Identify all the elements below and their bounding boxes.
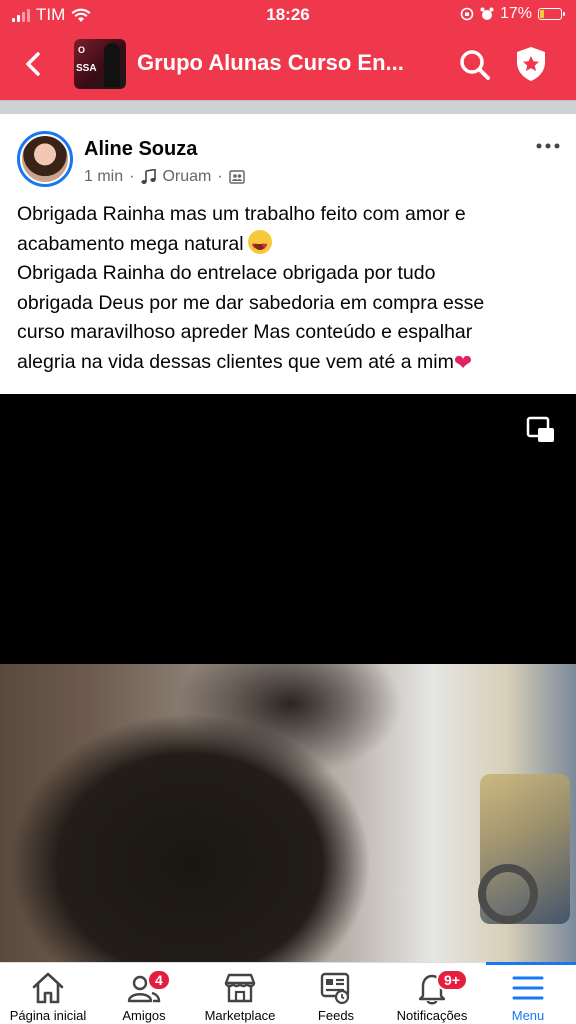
post-line: curso maravilhoso apreder Mas conteúdo e… xyxy=(17,321,473,343)
tab-label: Amigos xyxy=(122,1008,166,1023)
tab-marketplace[interactable]: Marketplace xyxy=(192,963,288,1024)
meta-separator: · xyxy=(217,168,223,185)
tab-home[interactable]: Página inicial xyxy=(0,963,96,1024)
feeds-icon xyxy=(320,972,350,1005)
video-player[interactable] xyxy=(0,394,576,964)
tab-menu[interactable]: Menu xyxy=(480,962,576,1024)
video-frame-image xyxy=(0,664,576,964)
post-line: Obrigada Rainha mas um trabalho feito co… xyxy=(17,203,466,225)
group-title[interactable]: Grupo Alunas Curso En... xyxy=(137,50,427,76)
bottom-tab-bar: Página inicial Amigos 4 Marketplace Feed… xyxy=(0,962,576,1024)
post-line: obrigada Deus por me dar sabedoria em co… xyxy=(17,291,485,314)
post-author[interactable]: Aline Souza xyxy=(84,138,197,161)
battery-percent: 17% xyxy=(499,5,532,22)
post-body: Obrigada Rainha mas um trabalho feito co… xyxy=(17,200,562,377)
app-screen: TIM 18:26 17% O SSA Grupo Alunas Curso E… xyxy=(0,0,576,1024)
tab-label: Marketplace xyxy=(204,1008,276,1023)
menu-icon xyxy=(512,976,544,1000)
avatar[interactable] xyxy=(17,131,73,187)
group-thumb-text: SSA xyxy=(76,63,97,74)
alarm-icon xyxy=(480,7,494,20)
post-line-with-emoji: alegria na vida dessas clientes que vem … xyxy=(17,348,562,378)
tab-notifications[interactable]: Notificações 9+ xyxy=(384,963,480,1024)
tab-feeds[interactable]: Feeds xyxy=(288,963,384,1024)
battery-icon xyxy=(538,8,565,20)
group-thumb-figure xyxy=(104,43,120,87)
avatar-photo xyxy=(22,136,68,182)
orientation-lock-icon xyxy=(460,7,474,21)
video-background-object xyxy=(478,864,538,924)
tab-label: Menu xyxy=(511,1008,545,1023)
search-icon[interactable] xyxy=(458,48,492,82)
tab-friends[interactable]: Amigos 4 xyxy=(96,963,192,1024)
post-music[interactable]: Oruam xyxy=(162,168,211,186)
back-arrow-icon[interactable] xyxy=(18,48,50,80)
tab-label: Página inicial xyxy=(9,1008,87,1023)
post-line: alegria na vida dessas clientes que vem … xyxy=(17,350,454,373)
meta-separator: · xyxy=(129,168,135,185)
post-meta: 1 min · Oruam · xyxy=(84,168,245,186)
tab-label: Notificações xyxy=(396,1008,468,1023)
status-right: 17% xyxy=(460,5,565,23)
section-divider xyxy=(0,100,576,114)
post-line-with-emoji: acabamento mega natural xyxy=(17,229,562,261)
post-card: Aline Souza 1 min · Oruam · Obrigada Rai… xyxy=(0,114,576,394)
marketplace-icon xyxy=(224,973,256,1003)
tab-label: Feeds xyxy=(317,1008,355,1023)
home-icon xyxy=(32,972,64,1004)
post-line: Obrigada Rainha do entrelace obrigada po… xyxy=(17,262,436,284)
post-time[interactable]: 1 min xyxy=(84,168,123,186)
group-thumb-text: O xyxy=(78,45,86,55)
heart-eyes-emoji-icon xyxy=(247,229,272,261)
more-options-icon[interactable] xyxy=(536,142,560,150)
admin-shield-icon[interactable] xyxy=(514,46,548,82)
red-heart-emoji-icon: ❤ xyxy=(453,349,473,375)
music-note-icon xyxy=(141,169,157,184)
nav-bar: O SSA Grupo Alunas Curso En... xyxy=(0,36,576,92)
group-thumbnail[interactable]: O SSA xyxy=(74,39,126,89)
notifications-badge: 9+ xyxy=(436,969,468,991)
friends-badge: 4 xyxy=(147,969,171,991)
group-header: TIM 18:26 17% O SSA Grupo Alunas Curso E… xyxy=(0,0,576,100)
picture-in-picture-icon[interactable] xyxy=(526,416,556,444)
post-line: acabamento mega natural xyxy=(17,232,244,255)
group-audience-icon xyxy=(228,170,245,184)
status-bar: TIM 18:26 17% xyxy=(0,0,576,30)
